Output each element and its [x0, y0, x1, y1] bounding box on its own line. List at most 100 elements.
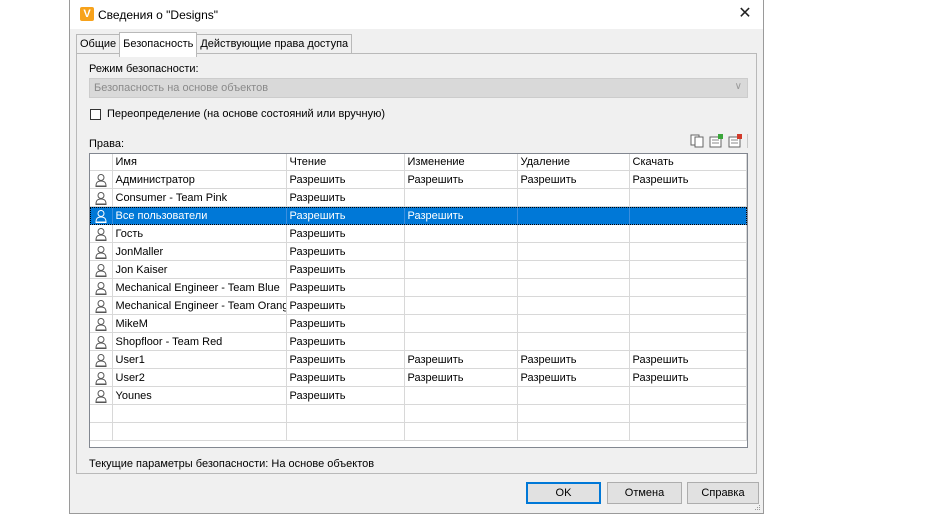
user-icon — [95, 389, 107, 403]
cell-read: Разрешить — [286, 350, 405, 369]
toolbar-separator — [747, 134, 748, 148]
resize-grip-icon[interactable] — [753, 503, 761, 511]
permissions-grid[interactable]: Имя Чтение Изменение Удаление Скачать Ад… — [89, 153, 748, 448]
cell-delete — [517, 206, 630, 225]
cell-download — [629, 332, 747, 351]
user-icon-cell — [90, 332, 113, 351]
tab-effective-permissions[interactable]: Действующие права доступа — [196, 34, 353, 55]
table-row[interactable]: Гость Разрешить — [90, 224, 747, 243]
close-button[interactable]: ✕ — [733, 3, 757, 25]
user-icon-cell — [90, 296, 113, 315]
user-icon — [95, 173, 107, 187]
help-button[interactable]: Справка — [687, 482, 759, 504]
cell-modify — [404, 296, 518, 315]
cell-download — [629, 224, 747, 243]
cell-delete: Разрешить — [517, 170, 630, 189]
table-row[interactable]: User1 Разрешить Разрешить Разрешить Разрешит… — [90, 350, 747, 369]
cell-modify — [404, 242, 518, 261]
cell-modify: Разрешить — [404, 368, 518, 387]
column-header-download[interactable]: Скачать — [629, 154, 747, 171]
table-row[interactable]: Mechanical Engineer - Team Orange Разреши… — [90, 296, 747, 315]
user-icon — [95, 209, 107, 223]
cell-read: Разрешить — [286, 206, 405, 225]
cell-read: Разрешить — [286, 296, 405, 315]
override-checkbox[interactable] — [90, 109, 101, 120]
column-header-name[interactable]: Имя — [112, 154, 287, 171]
cell-download — [629, 260, 747, 279]
cell-delete: Разрешить — [517, 350, 630, 369]
table-row[interactable]: Mechanical Engineer - Team Blue Разрешить — [90, 278, 747, 297]
column-header-delete[interactable]: Удаление — [517, 154, 630, 171]
title-bar[interactable]: V Сведения о "Designs" ✕ — [70, 0, 763, 29]
tab-general[interactable]: Общие — [76, 34, 121, 55]
cell-download: Разрешить — [629, 350, 747, 369]
cell-name: Гость — [112, 224, 287, 243]
table-row[interactable]: MikeM Разрешить — [90, 314, 747, 333]
override-label[interactable]: Переопределение (на основе состояний или… — [107, 108, 385, 120]
user-icon — [95, 191, 107, 205]
user-icon-cell — [90, 242, 113, 261]
column-header-icon — [90, 154, 113, 171]
cell-delete — [517, 314, 630, 333]
table-row[interactable]: Younes Разрешить — [90, 386, 747, 405]
user-icon — [95, 281, 107, 295]
cell-delete — [517, 278, 630, 297]
tab-security[interactable]: Безопасность — [119, 32, 198, 57]
cell-modify — [404, 188, 518, 207]
cell-name: User2 — [112, 368, 287, 387]
cell-name: Younes — [112, 386, 287, 405]
cell-name: JonMaller — [112, 242, 287, 261]
cell-read: Разрешить — [286, 188, 405, 207]
table-row[interactable]: User2 Разрешить Разрешить Разрешить Разрешит… — [90, 368, 747, 387]
table-row[interactable]: Shopfloor - Team Red Разрешить — [90, 332, 747, 351]
security-mode-label: Режим безопасности: — [89, 63, 199, 75]
cell-download: Разрешить — [629, 170, 747, 189]
user-icon-cell — [90, 278, 113, 297]
remove-permission-icon[interactable] — [728, 134, 743, 148]
cell-name: Consumer - Team Pink — [112, 188, 287, 207]
user-icon — [95, 299, 107, 313]
rights-toolbar — [690, 134, 748, 148]
grid-header-row: Имя Чтение Изменение Удаление Скачать — [90, 154, 747, 171]
table-row[interactable]: Consumer - Team Pink Разрешить — [90, 188, 747, 207]
table-row[interactable]: Все пользователи Разрешить Разрешить — [90, 206, 747, 225]
user-icon-cell — [90, 206, 113, 225]
column-header-read[interactable]: Чтение — [286, 154, 405, 171]
security-mode-value: Безопасность на основе объектов — [94, 82, 269, 94]
cell-name: Администратор — [112, 170, 287, 189]
current-security-status: Текущие параметры безопасности: На основ… — [89, 458, 375, 470]
cell-delete — [517, 332, 630, 351]
ok-button[interactable]: OK — [526, 482, 601, 504]
cell-download — [629, 278, 747, 297]
user-icon — [95, 371, 107, 385]
user-icon — [95, 353, 107, 367]
app-logo-icon: V — [80, 7, 94, 21]
rights-label: Права: — [89, 138, 125, 150]
copy-icon[interactable] — [690, 134, 705, 148]
cell-read: Разрешить — [286, 386, 405, 405]
add-permission-icon[interactable] — [709, 134, 724, 148]
cell-modify — [404, 386, 518, 405]
user-icon-cell — [90, 350, 113, 369]
cancel-button[interactable]: Отмена — [607, 482, 682, 504]
table-row[interactable]: Администратор Разрешить Разрешить Разрешить… — [90, 170, 747, 189]
cell-modify — [404, 278, 518, 297]
user-icon-cell — [90, 224, 113, 243]
table-row[interactable]: Jon Kaiser Разрешить — [90, 260, 747, 279]
user-icon-cell — [90, 260, 113, 279]
user-icon — [95, 263, 107, 277]
cell-modify — [404, 332, 518, 351]
cell-modify: Разрешить — [404, 170, 518, 189]
cell-download — [629, 242, 747, 261]
cell-name: Все пользователи — [112, 206, 287, 225]
table-row[interactable]: JonMaller Разрешить — [90, 242, 747, 261]
cell-name: Mechanical Engineer - Team Orange — [112, 296, 287, 315]
user-icon-cell — [90, 188, 113, 207]
cell-name: Mechanical Engineer - Team Blue — [112, 278, 287, 297]
user-icon-cell — [90, 314, 113, 333]
cell-name: User1 — [112, 350, 287, 369]
cell-delete — [517, 242, 630, 261]
column-header-modify[interactable]: Изменение — [404, 154, 518, 171]
cell-download — [629, 188, 747, 207]
user-icon-cell — [90, 368, 113, 387]
